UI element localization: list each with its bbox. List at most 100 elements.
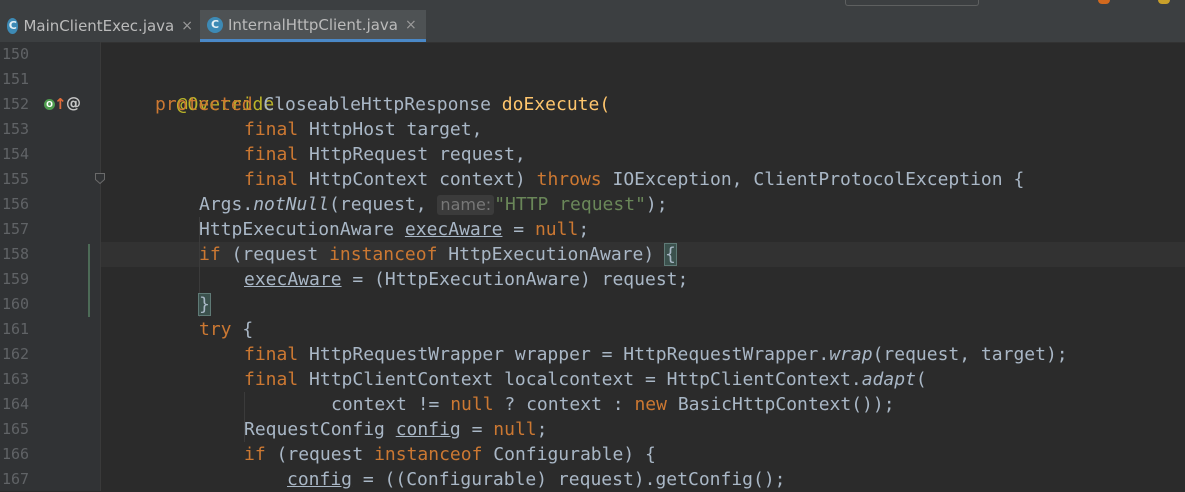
line-number[interactable]: 156 (2, 192, 36, 217)
line-number[interactable]: 164 (2, 392, 36, 417)
line-number[interactable]: 160 (2, 292, 36, 317)
keyword-token: final (244, 344, 299, 365)
code-text: (request, target); (872, 344, 1068, 365)
code-text: = (460, 419, 494, 440)
line-number[interactable]: 162 (2, 342, 36, 367)
code-text: RequestConfig (244, 419, 396, 440)
code-line-161[interactable]: try { (199, 317, 253, 342)
code-line-154[interactable]: final HttpRequest request, (244, 142, 526, 167)
notification-icon[interactable] (1098, 0, 1110, 4)
tab-label: MainClientExec.java (23, 17, 175, 35)
code-line-164[interactable]: context != null ? context : new BasicHtt… (331, 392, 895, 417)
code-text: ; (578, 219, 590, 240)
line-number[interactable]: 150 (2, 42, 36, 67)
code-text: ); (645, 194, 668, 215)
search-box-edge[interactable] (845, 0, 979, 6)
editor-tab-bar: C MainClientExec.java × C InternalHttpCl… (0, 10, 1185, 43)
line-number[interactable]: 167 (2, 467, 36, 492)
code-text: { (231, 319, 254, 340)
line-number[interactable]: 157 (2, 217, 36, 242)
variable-token: execAware (244, 269, 342, 290)
variable-token: config (395, 419, 461, 440)
keyword-token: new (634, 394, 667, 415)
annotation-icon[interactable]: @ (66, 93, 81, 113)
keyword-token: if (199, 244, 221, 265)
keyword-token: protected (155, 94, 253, 115)
code-line-157[interactable]: HttpExecutionAware execAware = null; (199, 217, 589, 242)
keyword-token: final (244, 369, 299, 390)
fold-icon[interactable] (95, 173, 105, 184)
brace-match: } (198, 293, 211, 316)
code-text: HttpExecutionAware (199, 219, 405, 240)
code-line-152[interactable]: protected CloseableHttpResponse doExecut… (155, 92, 610, 117)
variable-token: config (287, 469, 353, 490)
keyword-token: instanceof (374, 444, 483, 465)
code-line-158[interactable]: if (request instanceof HttpExecutionAwar… (199, 242, 677, 267)
code-text: (request (265, 444, 375, 465)
window-top-strip (0, 0, 1185, 10)
keyword-token: final (244, 119, 299, 140)
change-marker[interactable] (88, 244, 90, 317)
brace-match: { (664, 243, 677, 266)
code-text: ; (536, 419, 548, 440)
code-line-163[interactable]: final HttpClientContext localcontext = H… (244, 367, 927, 392)
code-text: (request, (329, 194, 438, 215)
keyword-token: if (244, 444, 266, 465)
keyword-token: instanceof (329, 244, 438, 265)
code-line-156[interactable]: Args.notNull(request, name: "HTTP request… (199, 192, 668, 217)
code-text: IOException, ClientProtocolException { (601, 169, 1025, 190)
code-line-166[interactable]: if (request instanceof Configurable) { (244, 442, 656, 467)
tab-label: InternalHttpClient.java (228, 15, 398, 34)
code-text: ? context : (493, 394, 635, 415)
code-text: (request (220, 244, 330, 265)
keyword-token: final (244, 169, 299, 190)
line-number[interactable]: 159 (2, 267, 36, 292)
tab-mainclientexec[interactable]: C MainClientExec.java × (0, 10, 199, 42)
class-icon: C (207, 16, 223, 33)
code-line-153[interactable]: final HttpHost target, (244, 117, 482, 142)
line-number[interactable]: 166 (2, 442, 36, 467)
code-text: context != (331, 394, 451, 415)
update-icon[interactable] (1158, 0, 1170, 4)
line-number[interactable]: 161 (2, 317, 36, 342)
line-number[interactable]: 155 (2, 167, 36, 192)
close-icon[interactable]: × (181, 18, 193, 34)
variable-token: execAware (404, 219, 503, 240)
keyword-token: throws (536, 169, 602, 190)
code-text: CloseableHttpResponse (252, 94, 502, 115)
code-text: Configurable) { (482, 444, 656, 465)
code-line-162[interactable]: final HttpRequestWrapper wrapper = HttpR… (244, 342, 1068, 367)
line-number[interactable]: 151 (2, 67, 36, 92)
line-number[interactable]: 158 (2, 242, 36, 267)
code-line-151[interactable]: @Override (155, 67, 275, 115)
code-text: HttpExecutionAware) (437, 244, 666, 265)
keyword-token: final (244, 144, 299, 165)
keyword-token: null (534, 219, 579, 240)
tab-internalhttpclient[interactable]: C InternalHttpClient.java × (200, 10, 426, 42)
arrow-up-icon[interactable]: ↑ (54, 94, 67, 114)
keyword-token: null (493, 419, 537, 440)
code-line-165[interactable]: RequestConfig config = null; (244, 417, 547, 442)
code-line-159[interactable]: execAware = (HttpExecutionAware) request… (244, 267, 688, 292)
code-text: = (502, 219, 535, 240)
method-call: adapt (861, 369, 916, 390)
keyword-token: null (450, 394, 494, 415)
code-line-160[interactable]: } (198, 292, 211, 317)
code-text: HttpRequestWrapper wrapper = HttpRequest… (298, 344, 830, 365)
code-line-155[interactable]: final HttpContext context) throws IOExce… (244, 167, 1024, 192)
method-name: doExecute (501, 94, 600, 115)
code-line-167[interactable]: config = ((Configurable) request).getCon… (287, 467, 786, 492)
code-text: HttpContext context) (298, 169, 537, 190)
code-text: BasicHttpContext()); (666, 394, 895, 415)
line-number[interactable]: 165 (2, 417, 36, 442)
line-number[interactable]: 153 (2, 117, 36, 142)
line-number[interactable]: 163 (2, 367, 36, 392)
line-number[interactable]: 154 (2, 142, 36, 167)
string-literal: "HTTP request" (494, 194, 646, 215)
line-number[interactable]: 152 (2, 92, 36, 117)
parameter-hint: name: (437, 195, 495, 215)
method-call: notNull (253, 194, 330, 215)
close-icon[interactable]: × (405, 17, 417, 33)
code-text: Args. (199, 194, 254, 215)
code-text: ( (915, 369, 927, 390)
